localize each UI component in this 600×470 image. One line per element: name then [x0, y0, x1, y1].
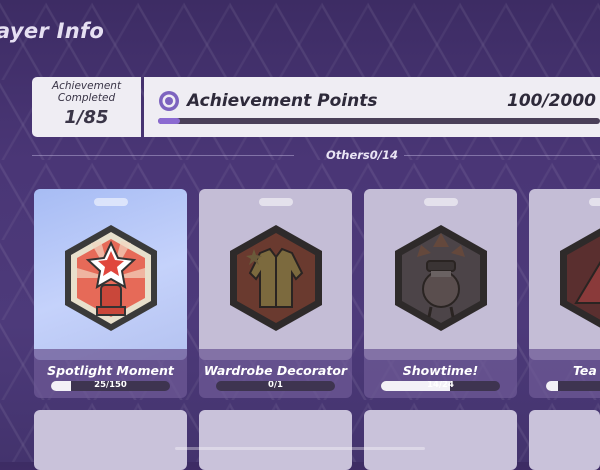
achievement-points-score: 100/2000 [507, 91, 596, 111]
card-title: Wardrobe Decorator [199, 363, 352, 378]
jacket-icon [226, 223, 326, 333]
card-progress-fill [546, 381, 558, 391]
card-progress-text: 14/24 [381, 381, 500, 390]
card-tile [364, 189, 517, 360]
section-label-others: Others0/14 [0, 148, 600, 162]
card-title: Tea [573, 363, 597, 378]
achievement-points-icon [158, 90, 180, 112]
achievement-points-title: Achievement Points [187, 91, 378, 111]
achievement-card-row2-3[interactable] [364, 410, 517, 470]
card-progress-bar: 14/24 [381, 381, 500, 391]
star-fist-icon [61, 223, 161, 333]
achievement-completed-value: 1/85 [32, 107, 141, 128]
achievement-completed-panel: Achievement Completed 1/85 [32, 77, 141, 137]
achievement-card-showtime[interactable]: Showtime! 14/24 [364, 189, 517, 398]
achievement-points-panel: Achievement Points 100/2000 [144, 77, 600, 137]
card-clip [589, 198, 600, 206]
achievement-card-row2-4[interactable] [529, 410, 600, 470]
achievement-completed-label: Achievement Completed [32, 77, 141, 104]
achievement-card-spotlight-moment[interactable]: Spotlight Moment 25/150 [34, 189, 187, 398]
card-progress-bar [546, 381, 600, 391]
card-clip [94, 198, 128, 206]
tent-icon [556, 223, 600, 333]
achievement-card-row2-2[interactable] [199, 410, 352, 470]
card-tile [34, 189, 187, 360]
card-title: Spotlight Moment [34, 363, 187, 378]
scrollbar[interactable] [175, 447, 425, 450]
achievement-points-progress-fill [158, 118, 180, 124]
card-tile [529, 189, 600, 360]
card-clip [424, 198, 458, 206]
card-title: Showtime! [364, 363, 517, 378]
card-tile [199, 189, 352, 360]
card-progress-bar: 0/1 [216, 381, 335, 391]
performer-icon [391, 223, 491, 333]
achievement-card-row2-1[interactable] [34, 410, 187, 470]
card-clip [259, 198, 293, 206]
card-progress-text: 0/1 [216, 381, 335, 390]
achievement-card-wardrobe-decorator[interactable]: Wardrobe Decorator 0/1 [199, 189, 352, 398]
card-progress-text: 25/150 [51, 381, 170, 390]
achievement-points-progress-bar [158, 118, 600, 124]
achievement-card-partial[interactable]: Tea [529, 189, 600, 398]
card-progress-bar: 25/150 [51, 381, 170, 391]
page-title: ayer Info [0, 19, 104, 43]
